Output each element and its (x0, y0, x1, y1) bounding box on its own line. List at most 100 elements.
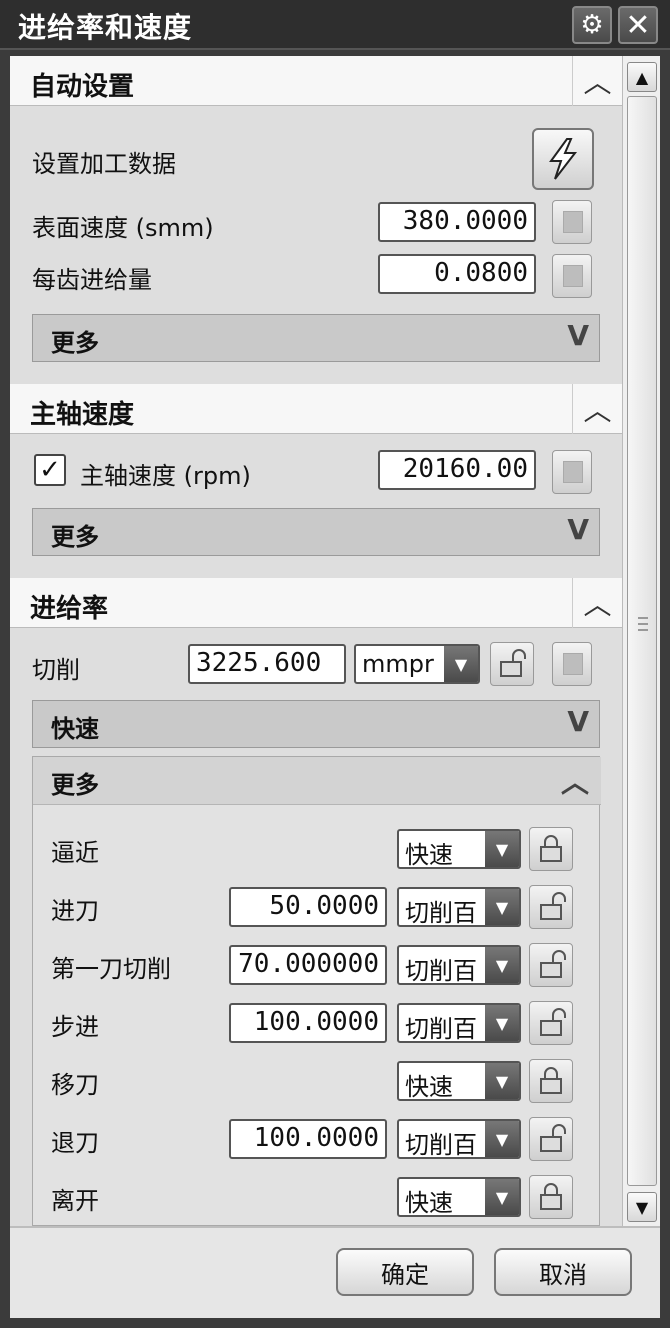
feed-per-tooth-label: 每齿进给量 (32, 266, 152, 294)
unlock-icon (540, 1008, 566, 1036)
spindle-speed-input[interactable]: 20160.00 (378, 450, 536, 490)
chevron-down-icon: V (567, 705, 589, 738)
dialog-body: 自动设置 ︿ 设置加工数据 表面速度 (smm) 380.0000 每齿进给量 … (10, 56, 660, 1318)
rapid-label: 快速 (51, 715, 99, 743)
feed-row-mode-select[interactable]: 切削百 ▼ (397, 887, 521, 927)
lock-icon (540, 1183, 562, 1210)
chevron-up-icon: ︿ (583, 588, 612, 621)
close-icon: ✕ (625, 7, 651, 43)
feed-row-mode-select[interactable]: 切削百 ▼ (397, 1119, 521, 1159)
cut-unit-value: mmpr (362, 650, 434, 678)
feed-row-label: 退刀 (51, 1129, 99, 1157)
cut-feed-input[interactable]: 3225.600 (188, 644, 346, 684)
scroll-content: 自动设置 ︿ 设置加工数据 表面速度 (smm) 380.0000 每齿进给量 … (10, 56, 622, 1226)
chevron-up-icon: ︿ (583, 394, 612, 427)
surface-speed-label: 表面速度 (smm) (32, 214, 214, 242)
more-label: 更多 (51, 329, 99, 357)
chevron-down-icon: ▼ (485, 1179, 519, 1215)
surface-speed-option-button[interactable] (552, 200, 592, 244)
feed-row: 逼近 快速 ▼ (33, 827, 601, 877)
feed-row: 离开 快速 ▼ (33, 1175, 601, 1225)
feed-row-mode-value: 快速 (405, 1073, 453, 1101)
lightning-icon (549, 138, 578, 180)
chevron-down-icon: ▼ (485, 1121, 519, 1157)
chevron-down-icon: ▼ (485, 889, 519, 925)
section-title: 进给率 (30, 594, 109, 624)
scroll-thumb[interactable] (627, 96, 657, 1186)
feed-more-header[interactable]: 更多 ︿ (33, 757, 601, 805)
collapse-button[interactable]: ︿ (572, 384, 622, 434)
feed-row: 步进 100.0000 切削百 ▼ (33, 1001, 601, 1051)
section-header-spindle-speed[interactable]: 主轴速度 ︿ (10, 384, 622, 434)
gear-icon: ⚙ (580, 10, 604, 40)
auto-settings-more-bar[interactable]: 更多 V (32, 314, 600, 362)
close-button[interactable]: ✕ (618, 6, 658, 44)
feed-row-mode-value: 切削百 (405, 957, 477, 985)
feed-per-tooth-option-button[interactable] (552, 254, 592, 298)
feed-row: 进刀 50.0000 切削百 ▼ (33, 885, 601, 935)
chevron-down-icon: ▼ (485, 831, 519, 867)
vertical-scrollbar[interactable]: ▲ ▼ (622, 56, 660, 1226)
spindle-speed-option-button[interactable] (552, 450, 592, 494)
spindle-more-bar[interactable]: 更多 V (32, 508, 600, 556)
section-header-auto-settings[interactable]: 自动设置 ︿ (10, 56, 622, 106)
dialog-footer: 确定 取消 (10, 1226, 660, 1318)
generate-data-button[interactable] (532, 128, 594, 190)
lock-button[interactable] (529, 1175, 573, 1219)
rapid-bar[interactable]: 快速 V (32, 700, 600, 748)
feed-row-input[interactable]: 50.0000 (229, 887, 387, 927)
spindle-speed-checkbox[interactable]: ✓ (34, 454, 66, 486)
feed-row-mode-value: 切削百 (405, 1015, 477, 1043)
surface-speed-input[interactable]: 380.0000 (378, 202, 536, 242)
feed-per-tooth-input[interactable]: 0.0800 (378, 254, 536, 294)
section-header-feed-rates[interactable]: 进给率 ︿ (10, 578, 622, 628)
unlock-icon (540, 1124, 566, 1152)
chevron-down-icon: ▼ (444, 646, 478, 682)
feed-row-mode-value: 快速 (405, 841, 453, 869)
feed-row-mode-select[interactable]: 快速 ▼ (397, 1177, 521, 1217)
chevron-down-icon: ▼ (485, 947, 519, 983)
collapse-button[interactable]: ︿ (572, 56, 622, 106)
feed-row-mode-select[interactable]: 快速 ▼ (397, 1061, 521, 1101)
feed-more-panel: 更多 ︿ 逼近 快速 ▼ 进刀 50.0000 切削百 ▼ 第一刀切削 70.000000 切削百… (32, 756, 601, 1226)
cut-unit-select[interactable]: mmpr ▼ (354, 644, 480, 684)
settings-button[interactable]: ⚙ (572, 6, 612, 44)
chevron-down-icon: V (567, 513, 589, 546)
chevron-down-icon: ▼ (635, 1197, 649, 1217)
unlock-button[interactable] (529, 943, 573, 987)
more-label: 更多 (51, 523, 99, 551)
feed-row-label: 逼近 (51, 839, 99, 867)
feed-row-mode-value: 快速 (405, 1189, 453, 1217)
unlock-button[interactable] (529, 1001, 573, 1045)
collapse-button[interactable]: ︿ (572, 578, 622, 628)
scroll-down-button[interactable]: ▼ (627, 1192, 657, 1222)
chevron-down-icon: ▼ (485, 1005, 519, 1041)
unlock-icon (500, 649, 526, 677)
feed-row-input[interactable]: 70.000000 (229, 945, 387, 985)
cut-label: 切削 (32, 656, 80, 684)
scroll-up-button[interactable]: ▲ (627, 62, 657, 92)
cut-option-button[interactable] (552, 642, 592, 686)
cut-unlock-button[interactable] (490, 642, 534, 686)
feed-row-mode-value: 切削百 (405, 899, 477, 927)
chevron-down-icon: V (567, 319, 589, 352)
feed-row-mode-select[interactable]: 切削百 ▼ (397, 945, 521, 985)
lock-button[interactable] (529, 827, 573, 871)
feed-row-label: 离开 (51, 1187, 99, 1215)
feed-row-mode-select[interactable]: 切削百 ▼ (397, 1003, 521, 1043)
cancel-button[interactable]: 取消 (494, 1248, 632, 1296)
feed-row-input[interactable]: 100.0000 (229, 1119, 387, 1159)
spindle-speed-label: 主轴速度 (rpm) (80, 462, 251, 490)
feed-row-label: 第一刀切削 (51, 955, 171, 983)
feed-row-mode-select[interactable]: 快速 ▼ (397, 829, 521, 869)
unlock-button[interactable] (529, 885, 573, 929)
chevron-down-icon: ▼ (485, 1063, 519, 1099)
lock-button[interactable] (529, 1059, 573, 1103)
feed-row: 退刀 100.0000 切削百 ▼ (33, 1117, 601, 1167)
lock-icon (540, 835, 562, 862)
ok-button[interactable]: 确定 (336, 1248, 474, 1296)
feed-row-input[interactable]: 100.0000 (229, 1003, 387, 1043)
feed-row-label: 进刀 (51, 897, 99, 925)
lock-icon (540, 1067, 562, 1094)
unlock-button[interactable] (529, 1117, 573, 1161)
